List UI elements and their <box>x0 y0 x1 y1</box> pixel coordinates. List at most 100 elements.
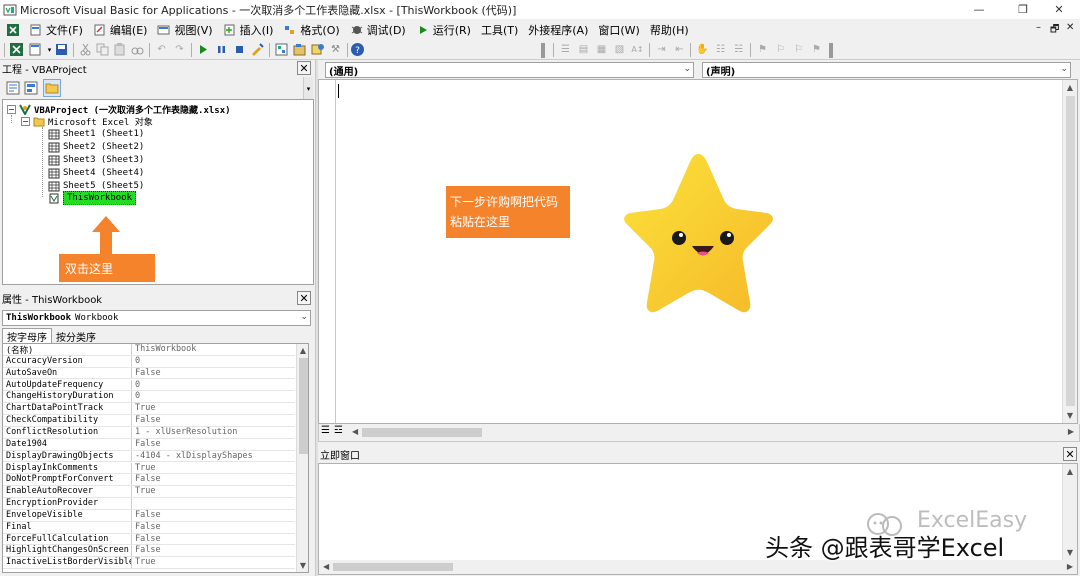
uncomment-block-icon[interactable]: ☵ <box>731 42 746 57</box>
property-value[interactable]: False <box>132 474 295 485</box>
menu-view[interactable]: 视图(V) <box>152 20 217 39</box>
tree-root[interactable]: − VBAProject (一次取消多个工作表隐藏.xlsx) <box>7 103 231 116</box>
property-row[interactable]: AutoUpdateFrequency 0 <box>3 379 295 392</box>
menu-insert[interactable]: 插入(I) <box>218 20 279 39</box>
property-row[interactable]: ChartDataPointTrack True <box>3 403 295 416</box>
property-row[interactable]: AccuracyVersion 0 <box>3 355 295 368</box>
immediate-vertical-scrollbar[interactable]: ▲ ▼ <box>1062 464 1077 560</box>
full-module-view-icon[interactable]: ☲ <box>334 425 343 436</box>
tab-categorized[interactable]: 按分类序 <box>52 329 100 344</box>
menu-format[interactable]: 格式(O) <box>278 20 344 39</box>
insert-module-icon[interactable] <box>28 42 43 57</box>
minimize-button[interactable]: — <box>956 0 1002 19</box>
project-explorer-icon[interactable] <box>274 42 289 57</box>
property-value[interactable]: False <box>132 368 295 379</box>
property-value[interactable]: ThisWorkbook <box>132 344 295 355</box>
project-close-button[interactable]: ✕ <box>297 61 311 75</box>
code-editor[interactable]: 下一步许购啊把代码 粘贴在这里 ▲ ▼ <box>318 79 1078 424</box>
property-row[interactable]: ChangeHistoryDuration 0 <box>3 391 295 404</box>
scroll-thumb[interactable] <box>333 563 453 571</box>
scroll-left-icon[interactable]: ◀ <box>323 562 329 571</box>
property-row[interactable]: EnableAutoRecover True <box>3 486 295 498</box>
mdi-minimize-button[interactable]: – <box>1036 22 1041 33</box>
list-constants-icon[interactable]: ▤ <box>576 42 591 57</box>
reset-icon[interactable] <box>232 42 247 57</box>
pause-icon[interactable] <box>214 42 229 57</box>
toggle-breakpoint-icon[interactable]: ✋ <box>695 42 710 57</box>
mdi-restore-button[interactable]: 🗗 <box>1050 22 1059 39</box>
scroll-right-icon[interactable]: ▶ <box>1068 427 1074 436</box>
properties-scrollbar[interactable]: ▲ ▼ <box>296 344 308 572</box>
property-row[interactable]: EncryptionProvider <box>3 498 295 510</box>
tree-folder[interactable]: − Microsoft Excel 对象 <box>21 115 153 128</box>
toolbox-icon[interactable]: ⚒ <box>328 42 343 57</box>
toggle-bookmark-icon[interactable]: ⚑ <box>755 42 770 57</box>
property-row[interactable]: DisplayDrawingObjects -4104 - xlDisplaySh… <box>3 450 295 463</box>
menu-tools[interactable]: 工具(T) <box>476 20 523 39</box>
paste-icon[interactable] <box>112 42 127 57</box>
close-window-button[interactable]: ✕ <box>1036 0 1080 19</box>
tree-item-sheet1[interactable]: Sheet1 (Sheet1) <box>48 128 144 140</box>
immediate-close-button[interactable]: ✕ <box>1063 447 1077 461</box>
quick-info-icon[interactable]: ▦ <box>594 42 609 57</box>
tree-item-thisworkbook[interactable]: ThisWorkbook <box>48 191 137 205</box>
outdent-icon[interactable]: ⇤ <box>672 42 687 57</box>
project-pane-scroll-arrow[interactable]: ▾ <box>303 77 313 99</box>
property-row[interactable]: (名称) ThisWorkbook <box>3 344 295 356</box>
scroll-down-icon[interactable]: ▼ <box>297 561 308 570</box>
scroll-thumb[interactable] <box>299 358 308 454</box>
object-select[interactable]: ThisWorkbook Workbook ⌄ <box>2 310 311 326</box>
property-value[interactable] <box>132 498 295 509</box>
excel-icon[interactable] <box>6 23 20 37</box>
property-value[interactable]: False <box>132 545 295 556</box>
run-icon[interactable] <box>196 42 211 57</box>
property-value[interactable]: 0 <box>132 391 295 402</box>
complete-word-icon[interactable]: A↕ <box>630 42 645 57</box>
property-row[interactable]: ForceFullCalculation False <box>3 533 295 546</box>
property-row[interactable]: EnvelopeVisible False <box>3 509 295 522</box>
tab-alphabetic[interactable]: 按字母序 <box>2 328 52 344</box>
object-combo[interactable]: (通用) ⌄ <box>325 62 694 78</box>
scroll-thumb[interactable] <box>362 428 482 437</box>
menu-addins[interactable]: 外接程序(A) <box>523 20 593 39</box>
property-row[interactable]: Final False <box>3 521 295 534</box>
property-value[interactable]: 0 <box>132 356 295 367</box>
scroll-up-icon[interactable]: ▲ <box>297 346 308 355</box>
property-row[interactable]: ConflictResolution 1 - xlUserResolution <box>3 426 295 439</box>
procedure-view-icon[interactable]: ☰ <box>321 425 330 436</box>
object-browser-icon[interactable] <box>310 42 325 57</box>
property-value[interactable]: 1 - xlUserResolution <box>132 427 295 438</box>
toggle-folders-button[interactable] <box>43 79 61 97</box>
scroll-thumb[interactable] <box>1066 96 1075 406</box>
properties-icon[interactable] <box>292 42 307 57</box>
tree-item-sheet4[interactable]: Sheet4 (Sheet4) <box>48 167 144 179</box>
help-icon[interactable]: ? <box>350 42 365 57</box>
clear-bookmarks-icon[interactable]: ⚑ <box>809 42 824 57</box>
property-row[interactable]: AutoSaveOn False <box>3 367 295 380</box>
collapse-toggle[interactable]: − <box>21 116 30 126</box>
tree-item-sheet3[interactable]: Sheet3 (Sheet3) <box>48 154 144 166</box>
property-value[interactable]: False <box>132 439 295 450</box>
tree-item-sheet2[interactable]: Sheet2 (Sheet2) <box>48 141 144 153</box>
menu-help[interactable]: 帮助(H) <box>645 20 694 39</box>
property-value[interactable]: False <box>132 534 295 545</box>
property-row[interactable]: InactiveListBorderVisible True <box>3 557 295 570</box>
view-excel-icon[interactable] <box>9 42 24 57</box>
comment-block-icon[interactable]: ☷ <box>713 42 728 57</box>
mdi-close-button[interactable]: ✕ <box>1066 22 1074 33</box>
property-value[interactable]: True <box>132 463 295 474</box>
cut-icon[interactable] <box>78 42 93 57</box>
property-value[interactable]: -4104 - xlDisplayShapes <box>132 451 295 462</box>
indent-icon[interactable]: ⇥ <box>654 42 669 57</box>
property-row[interactable]: HighlightChangesOnScreen False <box>3 545 295 558</box>
previous-bookmark-icon[interactable]: ⚐ <box>791 42 806 57</box>
design-mode-icon[interactable] <box>250 42 265 57</box>
next-bookmark-icon[interactable]: ⚐ <box>773 42 788 57</box>
immediate-window[interactable]: ▲ ▼ ◀ ▶ ExcelEasy 头条 @跟表哥学Excel <box>318 463 1078 575</box>
menu-window[interactable]: 窗口(W) <box>593 20 644 39</box>
scroll-up-icon[interactable]: ▲ <box>1063 83 1077 92</box>
property-row[interactable]: Date1904 False <box>3 438 295 451</box>
scroll-right-icon[interactable]: ▶ <box>1067 562 1073 571</box>
property-row[interactable]: DisplayInkComments True <box>3 462 295 475</box>
scroll-down-icon[interactable]: ▼ <box>1063 548 1077 557</box>
